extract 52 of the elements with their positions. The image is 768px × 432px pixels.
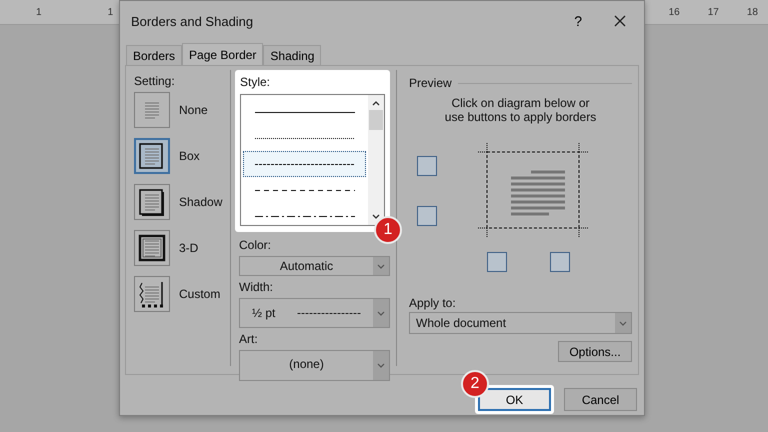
ok-button[interactable]: OK	[478, 388, 551, 411]
ruler-number: 1	[36, 6, 42, 18]
border-button[interactable]	[417, 156, 437, 176]
caret-icon	[377, 264, 385, 268]
scroll-down-icon[interactable]	[372, 214, 380, 219]
setting-button[interactable]	[134, 276, 170, 312]
setting-button[interactable]	[134, 230, 170, 266]
ruler-number: 16	[668, 6, 680, 18]
cancel-button[interactable]: Cancel	[564, 388, 637, 411]
setting-option-label: None	[179, 103, 208, 117]
border-preview-drawing[interactable]	[477, 142, 589, 238]
apply-to-label: Apply to:	[409, 296, 457, 310]
close-icon[interactable]	[614, 15, 626, 27]
art-label: Art:	[239, 332, 259, 346]
page-icon	[137, 233, 167, 263]
width-dropdown[interactable]: ½ pt	[239, 298, 390, 328]
art-dropdown[interactable]: (none)	[239, 350, 390, 381]
setting-button[interactable]	[134, 184, 170, 220]
caret-icon	[619, 320, 627, 326]
setting-label: Setting:	[134, 74, 176, 88]
scroll-up-icon[interactable]	[372, 101, 380, 106]
tab[interactable]: Shading	[263, 45, 322, 65]
style-label: Style:	[240, 75, 272, 89]
border-button[interactable]	[487, 252, 507, 272]
preview-hint: Click on diagram below or use buttons to apply borders	[444, 96, 598, 124]
tab[interactable]: Page Border	[182, 43, 264, 65]
border-button[interactable]	[550, 252, 570, 272]
setting-option-label: Box	[179, 149, 200, 163]
options-button[interactable]: Options...	[558, 341, 632, 362]
line-style-option[interactable]	[243, 151, 366, 177]
scroll-thumb[interactable]	[369, 110, 383, 130]
preview-label: Preview	[409, 76, 452, 90]
caret-icon	[377, 363, 385, 368]
width-label: Width:	[239, 280, 274, 294]
style-list[interactable]	[240, 94, 385, 226]
setting-option-label: 3-D	[179, 241, 198, 255]
caret-icon	[377, 310, 385, 316]
setting-button[interactable]	[134, 138, 170, 174]
ruler-number: 17	[708, 6, 719, 18]
ruler-number: 18	[746, 6, 758, 18]
color-dropdown[interactable]: Automatic	[239, 256, 390, 276]
color-label: Color:	[239, 238, 272, 252]
page-icon	[137, 187, 167, 217]
setting-option-label: Custom	[179, 287, 220, 301]
apply-to-dropdown[interactable]: Whole document	[409, 312, 632, 334]
window-title: Borders and Shading	[131, 14, 254, 28]
help-button[interactable]: ?	[572, 13, 584, 29]
ruler-number: 1	[108, 6, 114, 18]
setting-option-label: Shadow	[179, 195, 222, 209]
border-button[interactable]	[417, 206, 437, 226]
scrollbar[interactable]	[368, 95, 384, 225]
tab[interactable]: Borders	[126, 45, 182, 65]
